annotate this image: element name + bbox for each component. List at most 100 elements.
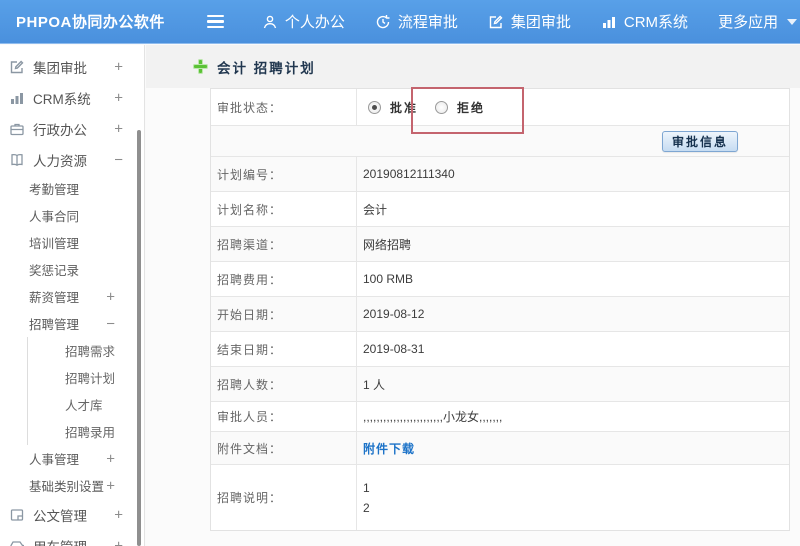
sidebar-item-3[interactable]: 行政办公 + xyxy=(0,113,144,144)
nav-item-3[interactable]: 集团审批 xyxy=(488,11,571,32)
sidebar-item-label: CRM系统 xyxy=(33,91,91,107)
sidebar-item-label: 薪资管理 xyxy=(29,291,80,305)
sidebar-item-7[interactable]: 培训管理 xyxy=(0,229,144,256)
phpoa-app: PHPOA协同办公软件 个人办公 流程审批 集团审批 CRM系统 更多应用 集团审批 + C… xyxy=(0,0,800,546)
approval-status-row: 审批状态： 批准 拒绝 xyxy=(211,87,789,134)
field-value: 附件下载 xyxy=(357,432,789,464)
collapse-icon[interactable]: − xyxy=(114,151,123,168)
sidebar-item-16[interactable]: 基础类别设置 + xyxy=(0,472,144,499)
form-row: 开始日期： 2019-08-12 xyxy=(211,297,789,332)
sidebar-item-label: 行政办公 xyxy=(33,122,87,138)
approval-info-button[interactable]: 审批信息 xyxy=(661,130,738,152)
top-bar: PHPOA协同办公软件 个人办公 流程审批 集团审批 CRM系统 更多应用 xyxy=(0,0,800,44)
form-row: 招聘人数： 1 人 xyxy=(211,367,789,402)
field-value: ,,,,,,,,,,,,,,,,,,,,,,,,小龙女,,,,,,, xyxy=(363,410,503,424)
field-value: 2019-08-12 xyxy=(363,307,425,321)
sidebar-item-1[interactable]: 集团审批 + xyxy=(0,51,144,82)
nav-item-5[interactable]: 更多应用 xyxy=(718,11,798,32)
sidebar-item-label: 人事管理 xyxy=(29,453,80,467)
sidebar-item-15[interactable]: 人事管理 + xyxy=(0,445,144,472)
button-row: 审批信息 xyxy=(211,126,789,157)
sidebar-item-12[interactable]: 招聘计划 xyxy=(27,364,144,391)
expand-icon[interactable]: + xyxy=(114,537,123,546)
field-label: 开始日期： xyxy=(211,297,357,331)
field-value: 会计 xyxy=(363,202,388,217)
collapse-icon[interactable]: − xyxy=(106,315,115,332)
edit-icon xyxy=(488,14,504,30)
expand-icon[interactable]: + xyxy=(114,89,123,106)
sidebar: 集团审批 + CRM系统 + 行政办公 + 人力资源 − 考勤管理人事合同培训管理奖惩记录薪资管… xyxy=(0,45,145,546)
expand-icon[interactable]: + xyxy=(106,288,115,305)
page-header: 会计 招聘计划 xyxy=(146,45,800,88)
expand-icon[interactable]: + xyxy=(114,58,123,75)
sidebar-item-10[interactable]: 招聘管理 − xyxy=(0,310,144,337)
nav-item-label: 更多应用 xyxy=(718,14,779,31)
sidebar-item-9[interactable]: 薪资管理 + xyxy=(0,283,144,310)
sidebar-item-5[interactable]: 考勤管理 xyxy=(0,175,144,202)
nav-item-label: CRM系统 xyxy=(623,14,689,31)
briefcase-icon xyxy=(9,121,26,137)
value-line: 2 xyxy=(363,500,370,515)
sidebar-item-4[interactable]: 人力资源 − xyxy=(0,144,144,175)
app-title: PHPOA协同办公软件 xyxy=(16,14,165,31)
sidebar-item-label: 人力资源 xyxy=(33,153,87,169)
field-value: 12 xyxy=(357,465,789,530)
sidebar-item-13[interactable]: 人才库 xyxy=(27,391,144,418)
caret-down-icon[interactable] xyxy=(787,18,798,25)
recruit-plan-form: 审批状态： 批准 拒绝 审批信息 计划编号： 20190812111340 计划名称… xyxy=(210,87,790,531)
nav-item-label: 集团审批 xyxy=(510,14,571,31)
field-value: 2019-08-31 xyxy=(363,342,425,356)
form-row: 计划名称： 会计 xyxy=(211,192,789,227)
sidebar-item-label: 奖惩记录 xyxy=(29,264,80,278)
sidebar-item-label: 考勤管理 xyxy=(29,183,80,197)
field-label: 招聘渠道： xyxy=(211,227,357,261)
chart-icon xyxy=(601,14,617,30)
form-row: 结束日期： 2019-08-31 xyxy=(211,332,789,367)
car-icon xyxy=(9,538,26,546)
reject-radio[interactable] xyxy=(435,100,449,114)
sidebar-item-14[interactable]: 招聘录用 xyxy=(27,418,144,445)
edit-icon xyxy=(9,59,26,75)
menu-icon[interactable] xyxy=(206,14,224,29)
form-row: 招聘渠道： 网络招聘 xyxy=(211,227,789,262)
nav-item-label: 流程审批 xyxy=(397,14,458,31)
sidebar-item-11[interactable]: 招聘需求 xyxy=(27,337,144,364)
sidebar-item-2[interactable]: CRM系统 + xyxy=(0,82,144,113)
sidebar-item-label: 招聘计划 xyxy=(65,372,116,386)
sidebar-item-label: 招聘录用 xyxy=(65,426,116,440)
nav-item-1[interactable]: 个人办公 xyxy=(262,11,345,32)
field-label: 审批状态： xyxy=(211,89,357,125)
approval-radio-group: 批准 拒绝 xyxy=(363,99,493,116)
sidebar-item-label: 人事合同 xyxy=(29,210,80,224)
sidebar-item-label: 招聘管理 xyxy=(29,318,80,332)
expand-icon[interactable]: + xyxy=(114,506,123,523)
approve-radio[interactable] xyxy=(368,100,381,114)
sidebar-item-6[interactable]: 人事合同 xyxy=(0,202,144,229)
field-label: 招聘说明： xyxy=(211,465,357,530)
reject-radio-label: 拒绝 xyxy=(457,100,486,115)
sidebar-item-label: 招聘需求 xyxy=(65,345,116,359)
sidebar-item-label: 公文管理 xyxy=(33,508,87,524)
nav-item-4[interactable]: CRM系统 xyxy=(601,11,688,32)
book-icon xyxy=(9,152,26,168)
sidebar-item-17[interactable]: 公文管理 + xyxy=(0,499,144,530)
nav-item-2[interactable]: 流程审批 xyxy=(375,11,458,32)
document-icon xyxy=(9,507,26,523)
field-value: 100 RMB xyxy=(363,272,414,286)
sidebar-item-18[interactable]: 用车管理 + xyxy=(0,530,144,546)
expand-icon[interactable]: + xyxy=(106,450,115,467)
field-label: 招聘费用： xyxy=(211,262,357,296)
expand-icon[interactable]: + xyxy=(114,120,123,137)
attachment-download-link[interactable]: 附件下载 xyxy=(363,440,415,457)
sidebar-item-label: 人才库 xyxy=(65,399,103,413)
sidebar-scrollbar[interactable] xyxy=(137,130,141,546)
field-value: 网络招聘 xyxy=(363,237,412,252)
form-row: 计划编号： 20190812111340 xyxy=(211,157,789,192)
sidebar-item-label: 培训管理 xyxy=(29,237,80,251)
sidebar-item-label: 基础类别设置 xyxy=(29,480,105,494)
expand-icon[interactable]: + xyxy=(106,477,115,494)
approve-radio-label: 批准 xyxy=(390,100,419,115)
chart-icon xyxy=(9,90,26,106)
field-label: 附件文档： xyxy=(211,432,357,464)
sidebar-item-8[interactable]: 奖惩记录 xyxy=(0,256,144,283)
